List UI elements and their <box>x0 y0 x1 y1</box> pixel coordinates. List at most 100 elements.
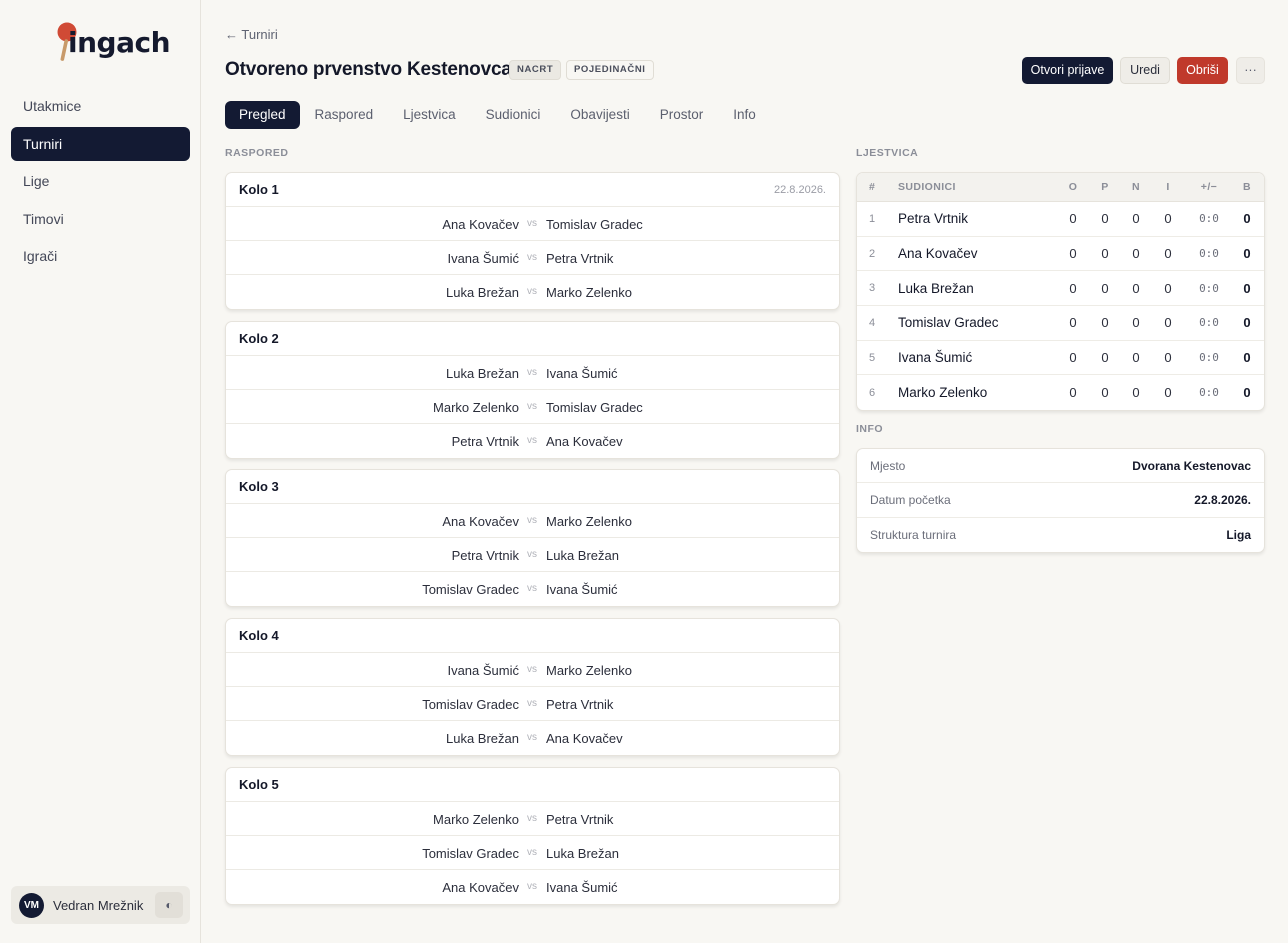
match-row[interactable]: Tomislav Gradec vs Ivana Šumić <box>226 572 839 606</box>
away-player: Marko Zelenko <box>546 663 632 678</box>
sidebar-item-turniri[interactable]: Turniri <box>11 126 190 161</box>
match-row[interactable]: Marko Zelenko vs Petra Vrtnik <box>226 802 839 836</box>
match-row[interactable]: Petra Vrtnik vs Luka Brežan <box>226 538 839 572</box>
vs-label: vs <box>527 847 537 858</box>
home-player: Marko Zelenko <box>433 400 519 415</box>
losses-cell: 0 <box>1164 211 1172 227</box>
match-row[interactable]: Luka Brežan vs Ana Kovačev <box>226 721 839 755</box>
away-player: Luka Brežan <box>546 846 619 861</box>
round-card: Kolo 1 22.8.2026. Ana Kovačev vs Tomislav G… <box>225 172 840 310</box>
tab-bar: Pregled Raspored Ljestvica Sudionici Oba… <box>225 101 771 129</box>
tab-pregled[interactable]: Pregled <box>225 101 300 129</box>
home-player: Ana Kovačev <box>442 880 519 895</box>
col-wins[interactable]: P <box>1095 173 1115 201</box>
round-card: Kolo 2 Luka Brežan vs Ivana Šumić Marko Ze… <box>225 321 840 459</box>
match-row[interactable]: Ana Kovačev vs Marko Zelenko <box>226 504 839 538</box>
player-name-cell: Marko Zelenko <box>898 385 988 401</box>
sidebar-item-timovi[interactable]: Timovi <box>11 202 190 236</box>
info-value: 22.8.2026. <box>1194 492 1251 507</box>
round-title: Kolo 5 <box>239 777 279 792</box>
vs-label: vs <box>527 218 537 229</box>
away-player: Petra Vrtnik <box>546 251 614 266</box>
home-player: Tomislav Gradec <box>422 697 519 712</box>
theme-toggle-icon[interactable]: ◐ <box>155 892 183 918</box>
round-title: Kolo 3 <box>239 479 279 494</box>
wins-cell: 0 <box>1101 211 1109 227</box>
table-row[interactable]: 6 Marko Zelenko 0 0 0 0 0:0 0 <box>857 375 1264 410</box>
tab-prostor[interactable]: Prostor <box>645 101 719 129</box>
sidebar-item-utakmice[interactable]: Utakmice <box>11 89 190 123</box>
tab-sudionici[interactable]: Sudionici <box>471 101 556 129</box>
away-player: Marko Zelenko <box>546 285 632 300</box>
home-player: Luka Brežan <box>446 731 519 746</box>
match-row[interactable]: Luka Brežan vs Marko Zelenko <box>226 275 839 309</box>
col-name[interactable]: SUDIONICI <box>898 173 956 201</box>
tab-ljestvica[interactable]: Ljestvica <box>388 101 471 129</box>
vs-label: vs <box>527 813 537 824</box>
diff-cell: 0:0 <box>1199 351 1219 365</box>
home-player: Tomislav Gradec <box>422 846 519 861</box>
match-row[interactable]: Ivana Šumić vs Marko Zelenko <box>226 653 839 687</box>
losses-cell: 0 <box>1164 246 1172 262</box>
match-row[interactable]: Petra Vrtnik vs Ana Kovačev <box>226 424 839 458</box>
col-played[interactable]: O <box>1063 173 1083 201</box>
away-player: Petra Vrtnik <box>546 812 614 827</box>
match-row[interactable]: Ivana Šumić vs Petra Vrtnik <box>226 241 839 275</box>
draws-cell: 0 <box>1132 315 1140 331</box>
vs-label: vs <box>527 435 537 446</box>
tab-obavijesti[interactable]: Obavijesti <box>555 101 644 129</box>
type-badge: POJEDINAČNI <box>566 60 654 80</box>
table-row[interactable]: 1 Petra Vrtnik 0 0 0 0 0:0 0 <box>857 202 1264 237</box>
draws-cell: 0 <box>1132 211 1140 227</box>
draws-cell: 0 <box>1132 350 1140 366</box>
schedule-section-label: RASPORED <box>225 147 289 159</box>
match-row[interactable]: Ana Kovačev vs Tomislav Gradec <box>226 207 839 241</box>
table-row[interactable]: 5 Ivana Šumić 0 0 0 0 0:0 0 <box>857 341 1264 376</box>
losses-cell: 0 <box>1164 280 1172 296</box>
table-row[interactable]: 4 Tomislav Gradec 0 0 0 0 0:0 0 <box>857 306 1264 341</box>
player-name-cell: Petra Vrtnik <box>898 211 969 227</box>
match-row[interactable]: Tomislav Gradec vs Luka Brežan <box>226 836 839 870</box>
match-row[interactable]: Tomislav Gradec vs Petra Vrtnik <box>226 687 839 721</box>
col-draws[interactable]: N <box>1126 173 1146 201</box>
player-name-cell: Ana Kovačev <box>898 246 978 262</box>
match-row[interactable]: Luka Brežan vs Ivana Šumić <box>226 356 839 390</box>
delete-button[interactable]: Obriši <box>1177 57 1228 84</box>
col-diff[interactable]: +/− <box>1193 173 1225 201</box>
home-player: Petra Vrtnik <box>451 548 519 563</box>
points-cell: 0 <box>1243 246 1251 262</box>
back-to-tournaments-link[interactable]: ← Turniri <box>225 27 278 42</box>
rank-cell: 3 <box>869 282 876 295</box>
player-name-cell: Luka Brežan <box>898 280 974 296</box>
edit-button[interactable]: Uredi <box>1120 57 1170 84</box>
info-value: Liga <box>1226 527 1251 542</box>
vs-label: vs <box>527 583 537 594</box>
round-card: Kolo 5 Marko Zelenko vs Petra Vrtnik Tomis… <box>225 767 840 905</box>
info-key: Datum početka <box>870 492 951 507</box>
table-header: # SUDIONICI O P N I +/− B <box>857 173 1264 202</box>
away-player: Tomislav Gradec <box>546 217 643 232</box>
col-points[interactable]: B <box>1240 173 1254 201</box>
away-player: Ana Kovačev <box>546 434 623 449</box>
round-title: Kolo 1 <box>239 182 279 197</box>
sidebar-item-igraci[interactable]: Igrači <box>11 239 190 273</box>
user-menu[interactable]: VM Vedran Mrežnik ◐ <box>11 886 190 924</box>
table-row[interactable]: 2 Ana Kovačev 0 0 0 0 0:0 0 <box>857 237 1264 272</box>
diff-cell: 0:0 <box>1199 212 1219 226</box>
col-losses[interactable]: I <box>1158 173 1178 201</box>
home-player: Ivana Šumić <box>447 663 519 678</box>
vs-label: vs <box>527 664 537 675</box>
open-registrations-button[interactable]: Otvori prijave <box>1022 57 1113 84</box>
sidebar-item-lige[interactable]: Lige <box>11 164 190 198</box>
tab-info[interactable]: Info <box>718 101 771 129</box>
tab-raspored[interactable]: Raspored <box>300 101 389 129</box>
draws-cell: 0 <box>1132 280 1140 296</box>
match-row[interactable]: Marko Zelenko vs Tomislav Gradec <box>226 390 839 424</box>
away-player: Petra Vrtnik <box>546 697 614 712</box>
vs-label: vs <box>527 881 537 892</box>
more-options-icon[interactable]: ··· <box>1236 57 1265 84</box>
app-logo[interactable]: ingach <box>54 20 171 66</box>
user-name: Vedran Mrežnik <box>53 897 144 913</box>
match-row[interactable]: Ana Kovačev vs Ivana Šumić <box>226 870 839 904</box>
table-row[interactable]: 3 Luka Brežan 0 0 0 0 0:0 0 <box>857 271 1264 307</box>
